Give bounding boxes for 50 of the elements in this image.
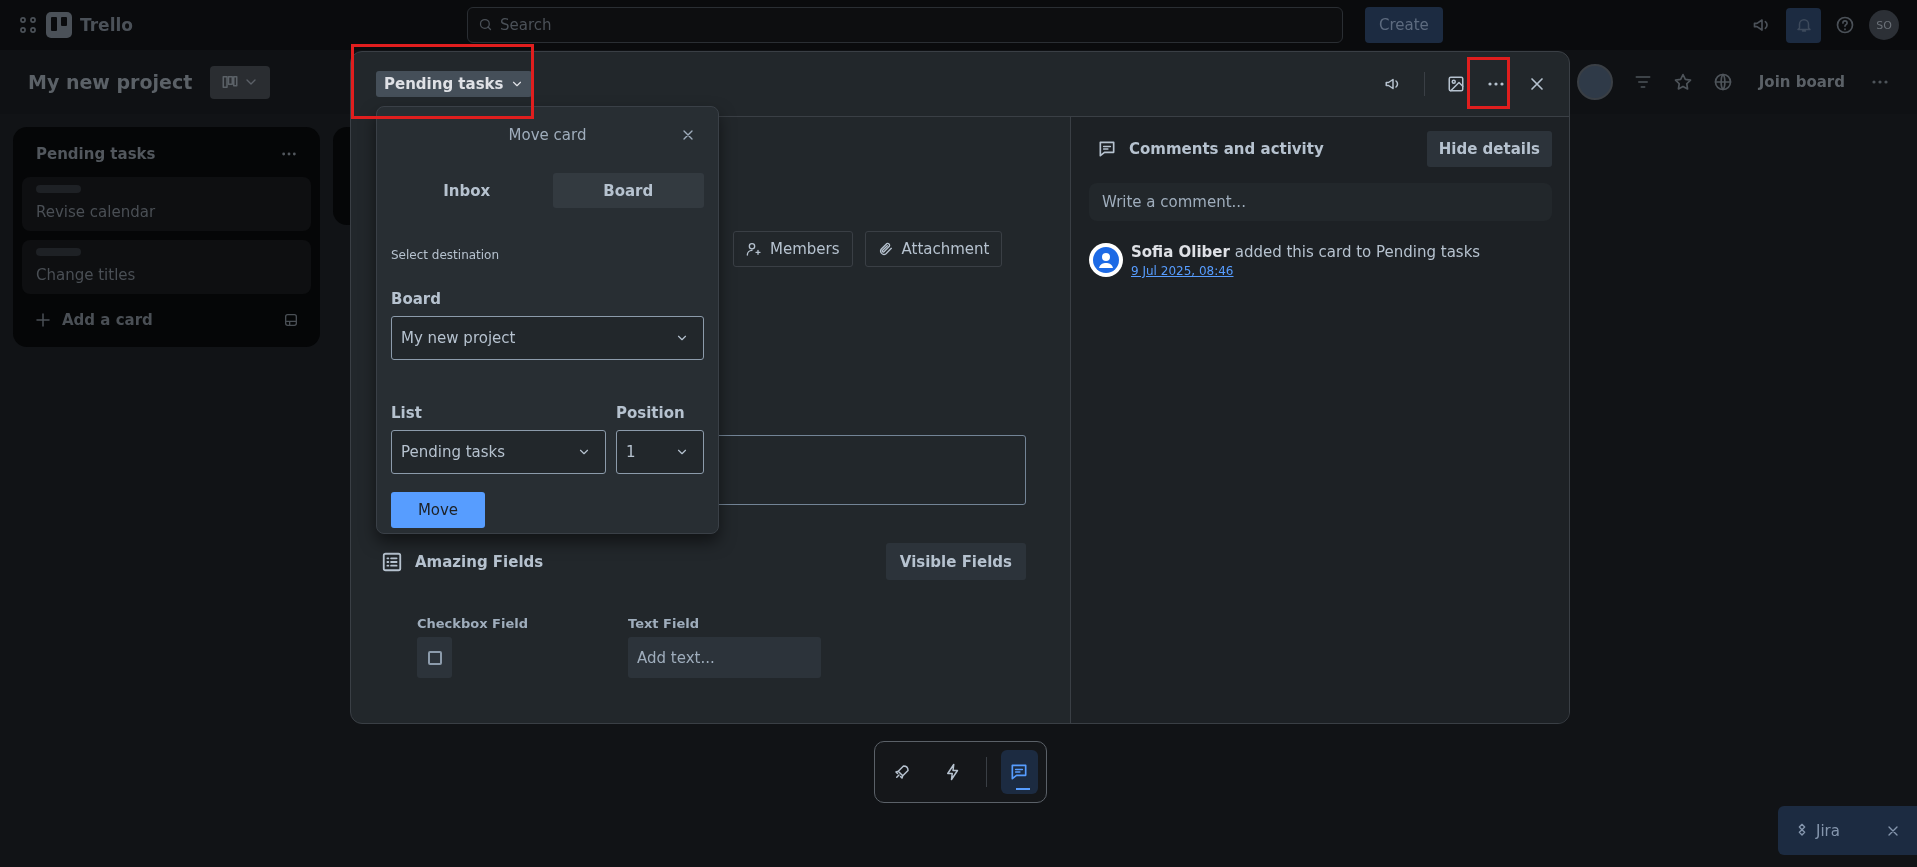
user-avatar xyxy=(1089,243,1123,277)
section-title: Comments and activity xyxy=(1129,140,1325,158)
popup-title: Move card xyxy=(508,126,587,144)
search-field[interactable]: Search xyxy=(467,7,1343,43)
globe-icon xyxy=(1712,72,1733,92)
section-title: Amazing Fields xyxy=(415,552,545,571)
list-select[interactable]: Pending tasks xyxy=(391,430,606,474)
widget-label[interactable]: Jira xyxy=(1816,821,1879,840)
timestamp-link[interactable]: 9 Jul 2025, 08:46 xyxy=(1131,264,1234,278)
checkbox[interactable] xyxy=(427,650,442,665)
board-view-button[interactable] xyxy=(210,65,271,99)
comment-field[interactable]: Write a comment... xyxy=(1089,183,1552,221)
plus-icon xyxy=(34,311,52,329)
list-icon xyxy=(381,550,403,573)
bell-icon xyxy=(1794,16,1813,34)
highlight-frame xyxy=(1467,57,1510,109)
move-button[interactable]: Move xyxy=(391,492,485,528)
help-icon xyxy=(1835,15,1855,35)
app-name: Trello xyxy=(80,15,133,35)
template-icon xyxy=(283,312,299,328)
field-label: Position xyxy=(616,404,686,422)
section-label: Select destination xyxy=(391,248,501,262)
position-select[interactable]: 1 xyxy=(616,430,704,474)
more-icon[interactable] xyxy=(1487,81,1505,87)
field-label: List xyxy=(391,404,423,422)
attachment-button[interactable]: Attachment xyxy=(864,231,1003,267)
comment-icon xyxy=(1097,139,1117,159)
field-label: Text Field xyxy=(628,616,701,631)
list-title: Pending tasks xyxy=(36,145,156,163)
board-title: My new project xyxy=(28,71,193,93)
tab[interactable]: Inbox xyxy=(391,173,543,208)
board-select[interactable]: My new project xyxy=(391,316,704,360)
tab[interactable]: Board xyxy=(552,173,704,208)
board-logo-icon xyxy=(46,12,72,38)
comment-icon xyxy=(1009,762,1030,782)
board-view-icon xyxy=(221,73,240,91)
activity-text: Sofia Oliber added this card to Pending tasks xyxy=(1131,243,1481,261)
apps-grid-icon xyxy=(18,15,38,35)
list-select-button[interactable]: Pending tasks xyxy=(376,71,532,97)
visible-fields-button[interactable]: Visible Fields xyxy=(885,543,1026,580)
dock-button[interactable] xyxy=(1000,750,1038,794)
paperclip-icon xyxy=(877,241,894,257)
text-field[interactable]: Add text... xyxy=(628,637,822,678)
field-label: Checkbox Field xyxy=(417,616,529,631)
members-button[interactable]: Members xyxy=(733,231,853,267)
star-icon xyxy=(1672,72,1693,92)
image-icon xyxy=(1447,75,1465,93)
hide-details-button[interactable]: Hide details xyxy=(1426,131,1552,167)
field-label: Board xyxy=(391,290,442,308)
add-person-icon xyxy=(746,241,762,257)
